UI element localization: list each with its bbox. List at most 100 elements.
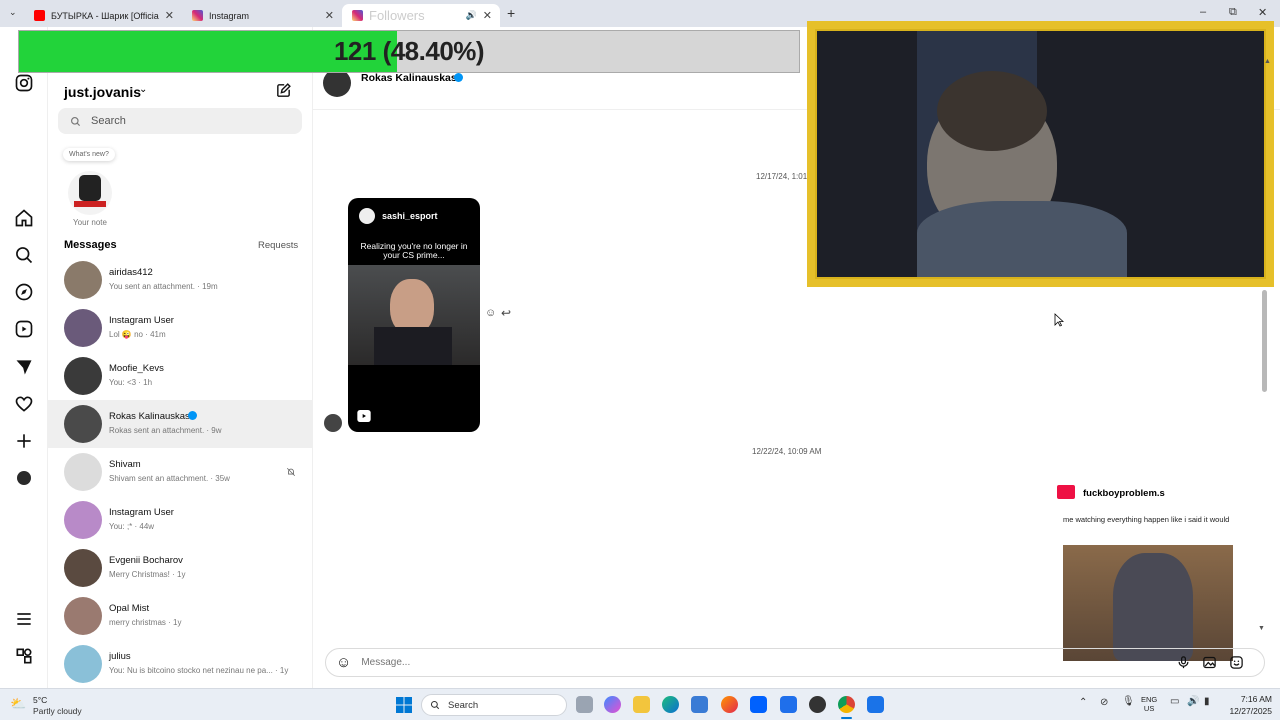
copilot-icon[interactable]	[604, 696, 621, 713]
home-icon[interactable]	[14, 208, 34, 228]
task-view-icon[interactable]	[576, 696, 593, 713]
reel-caption: Realizing you're no longer in your CS pr…	[360, 241, 468, 261]
avatar	[64, 261, 102, 299]
explore-icon[interactable]	[14, 282, 34, 302]
app-icon[interactable]	[867, 696, 884, 713]
conversation-preview: Shivam sent an attachment. · 35w	[109, 474, 230, 483]
display-icon[interactable]: ▭	[1170, 696, 1179, 707]
reply-icon[interactable]: ↩	[501, 306, 511, 320]
conversation-preview: merry christmas · 1y	[109, 618, 182, 627]
notifications-icon[interactable]	[14, 394, 34, 414]
list-item[interactable]: Evgenii Bocharov Merry Christmas! · 1y	[48, 544, 312, 592]
close-tab-icon[interactable]: ✕	[325, 9, 334, 22]
account-username[interactable]: just.jovanis	[64, 84, 141, 100]
conversation-preview: You: ;* · 44w	[109, 522, 155, 531]
list-item-selected[interactable]: Rokas Kalinauskas Rokas sent an attachme…	[48, 400, 312, 448]
react-emoji-icon[interactable]: ☺	[485, 307, 496, 319]
your-note-label: Your note	[73, 218, 107, 227]
microphone-tray-icon[interactable]: 🎙	[1122, 696, 1135, 707]
close-tab-icon[interactable]: ✕	[165, 9, 174, 22]
list-item[interactable]: julius You: Nu is bitcoino stocko net ne…	[48, 640, 312, 688]
contact-name[interactable]: Rokas Kalinauskas	[361, 72, 457, 84]
note-bubble[interactable]: What's new?	[63, 148, 115, 161]
search-input[interactable]: Search	[58, 108, 302, 134]
new-tab-button[interactable]: +	[507, 5, 515, 21]
taskbar-search-input[interactable]: Search	[421, 694, 567, 716]
clock-date[interactable]: 12/27/2025	[1220, 706, 1272, 716]
image-upload-icon[interactable]	[1202, 655, 1217, 670]
sticker-icon[interactable]	[1229, 655, 1244, 670]
volume-icon[interactable]: 🔊	[1187, 696, 1199, 707]
avatar	[64, 405, 102, 443]
avatar	[64, 453, 102, 491]
restore-button[interactable]: ⧉	[1229, 6, 1237, 19]
progress-label: 121 (48.40%)	[19, 31, 799, 72]
network-off-icon[interactable]: ⊘	[1100, 697, 1108, 708]
microphone-icon[interactable]	[1176, 655, 1191, 670]
tab-youtube[interactable]: БУТЫРКА - Шарик [Official HD ✕	[24, 4, 182, 27]
firefox-icon[interactable]	[721, 696, 738, 713]
webcam-feed	[815, 29, 1266, 279]
weather-temperature[interactable]: 5°C	[33, 695, 47, 705]
weather-icon[interactable]: ⛅	[10, 696, 26, 712]
profile-icon[interactable]	[17, 471, 31, 485]
emoji-picker-icon[interactable]: ☺	[336, 654, 351, 671]
edge-icon[interactable]	[662, 696, 679, 713]
shared-post-card[interactable]: fuckboyproblem.s me watching everything …	[1049, 478, 1247, 661]
weather-description[interactable]: Partly cloudy	[33, 706, 82, 716]
dropbox-icon[interactable]	[750, 696, 767, 713]
threads-icon[interactable]	[14, 646, 34, 666]
language-region: US	[1143, 704, 1155, 713]
conversation-name: Shivam	[109, 459, 141, 470]
avatar	[64, 597, 102, 635]
reels-icon[interactable]	[14, 319, 34, 339]
scrollbar-thumb[interactable]	[1262, 290, 1267, 392]
instagram-favicon-icon	[192, 10, 203, 21]
tab-list-chevron-icon[interactable]: ⌄	[9, 7, 17, 18]
file-explorer-icon[interactable]	[633, 696, 650, 713]
close-window-button[interactable]: ✕	[1258, 6, 1267, 19]
list-item[interactable]: airidas412 You sent an attachment. · 19m	[48, 256, 312, 304]
create-icon[interactable]	[14, 431, 34, 451]
input-language-indicator[interactable]: ENG US	[1141, 695, 1157, 713]
menu-icon[interactable]	[14, 609, 34, 629]
verified-badge-icon	[454, 73, 463, 82]
conversation-name: airidas412	[109, 267, 153, 278]
your-note-avatar[interactable]	[68, 171, 112, 215]
tab-instagram[interactable]: Instagram ✕	[182, 4, 342, 27]
close-tab-icon[interactable]: ✕	[483, 9, 492, 22]
new-message-icon[interactable]	[275, 82, 292, 99]
list-item[interactable]: Instagram User Lol 😜 no · 41m	[48, 304, 312, 352]
app-icon[interactable]	[780, 696, 797, 713]
contact-avatar[interactable]	[323, 69, 351, 97]
search-icon	[430, 700, 440, 710]
tab-followers[interactable]: Followers 🔊 ✕	[342, 4, 500, 27]
scroll-up-arrow-icon[interactable]: ▲	[1264, 58, 1271, 65]
conversation-sidebar: just.jovanis ⌄ Search What's new? Your n…	[48, 27, 313, 688]
conversation-name: Rokas Kalinauskas	[109, 411, 190, 422]
conversation-name: Instagram User	[109, 507, 174, 518]
instagram-logo-icon[interactable]	[14, 73, 34, 93]
search-icon[interactable]	[14, 245, 34, 265]
minimize-button[interactable]: –	[1200, 6, 1206, 18]
scroll-down-arrow-icon[interactable]: ▼	[1258, 625, 1265, 632]
store-icon[interactable]	[691, 696, 708, 713]
shared-reel-card[interactable]: sashi_esport Realizing you're no longer …	[348, 198, 480, 432]
requests-link[interactable]: Requests	[258, 240, 298, 251]
tray-overflow-chevron-icon[interactable]: ⌃	[1079, 697, 1087, 708]
obs-icon[interactable]	[809, 696, 826, 713]
list-item[interactable]: Instagram User You: ;* · 44w	[48, 496, 312, 544]
windows-start-icon[interactable]	[396, 697, 412, 713]
battery-icon[interactable]: ▮	[1204, 696, 1210, 707]
message-input[interactable]	[361, 657, 1062, 668]
clock-time[interactable]: 7:16 AM	[1220, 694, 1272, 704]
chrome-icon[interactable]	[838, 696, 855, 713]
chevron-down-icon[interactable]: ⌄	[139, 84, 147, 95]
messages-icon[interactable]	[14, 357, 34, 377]
sender-avatar[interactable]	[324, 414, 342, 432]
list-item[interactable]: Moofie_Kevs You: <3 · 1h	[48, 352, 312, 400]
list-item[interactable]: Shivam Shivam sent an attachment. · 35w	[48, 448, 312, 496]
conversation-preview: You: <3 · 1h	[109, 378, 153, 387]
list-item[interactable]: Opal Mist merry christmas · 1y	[48, 592, 312, 640]
speaker-icon[interactable]: 🔊	[466, 10, 477, 21]
